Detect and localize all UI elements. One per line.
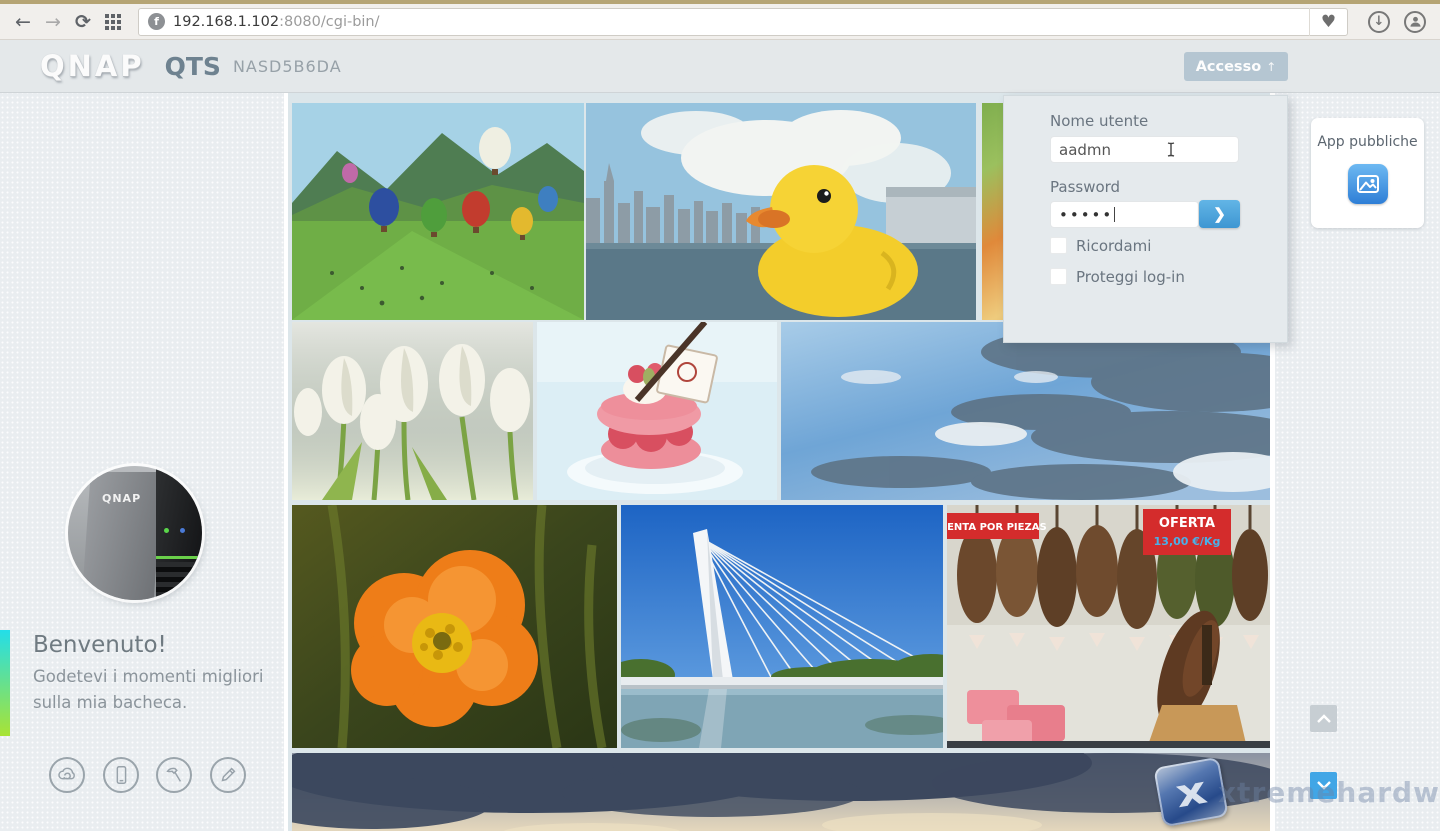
text-cursor-icon bbox=[1165, 141, 1177, 158]
qts-login-page: ← → ⟳ f 192.168.1.102:8080/cgi-bin/ ♥ ↓ … bbox=[0, 0, 1440, 831]
usb-led bbox=[180, 528, 185, 533]
site-icon: f bbox=[148, 13, 165, 30]
scroll-up-button[interactable] bbox=[1310, 705, 1337, 732]
photo-balloons bbox=[292, 103, 584, 320]
pencil-icon[interactable] bbox=[210, 757, 246, 793]
bookmark-heart-icon[interactable]: ♥ bbox=[1309, 8, 1347, 36]
username-label: Nome utente bbox=[1050, 112, 1148, 130]
public-apps-title: App pubbliche bbox=[1311, 134, 1424, 150]
status-led bbox=[164, 528, 169, 533]
remember-label[interactable]: Ricordami bbox=[1076, 237, 1151, 255]
protect-login-checkbox[interactable] bbox=[1050, 268, 1067, 285]
photo-clouds bbox=[781, 322, 1270, 500]
username-input[interactable]: aadmn bbox=[1050, 136, 1239, 163]
accent-gradient-bar bbox=[0, 630, 10, 736]
password-value: ••••• bbox=[1059, 206, 1113, 224]
forward-icon[interactable]: → bbox=[38, 9, 68, 35]
svg-text:OFERTA: OFERTA bbox=[1159, 516, 1215, 531]
caret bbox=[1114, 207, 1115, 222]
photo-tulips bbox=[292, 322, 533, 500]
chevron-down-icon bbox=[1317, 781, 1331, 790]
accesso-login-button[interactable]: Accesso ↑ bbox=[1184, 52, 1288, 81]
downloads-icon[interactable]: ↓ bbox=[1368, 11, 1390, 33]
photo-sunset-panorama bbox=[292, 753, 1270, 831]
nas-avatar: QNAP bbox=[68, 466, 202, 600]
person-glyph bbox=[1409, 15, 1422, 28]
username-value: aadmn bbox=[1059, 141, 1111, 159]
welcome-title: Benvenuto! bbox=[33, 632, 167, 658]
photo-rubber-duck bbox=[586, 103, 976, 320]
public-apps-card: App pubbliche bbox=[1311, 118, 1424, 228]
svg-text:13,00 €/Kg: 13,00 €/Kg bbox=[1154, 535, 1221, 548]
up-arrow-icon: ↑ bbox=[1266, 60, 1276, 74]
url-text: 192.168.1.102:8080/cgi-bin/ bbox=[173, 14, 380, 30]
back-icon[interactable]: ← bbox=[8, 9, 38, 35]
chevron-up-icon bbox=[1317, 714, 1331, 723]
profile-icon[interactable] bbox=[1404, 11, 1426, 33]
product-name: QTS bbox=[165, 52, 221, 81]
tools-icon[interactable] bbox=[156, 757, 192, 793]
browser-toolbar: ← → ⟳ f 192.168.1.102:8080/cgi-bin/ ♥ ↓ bbox=[0, 4, 1440, 40]
apps-grid-icon[interactable] bbox=[98, 9, 128, 35]
cloud-sync-icon[interactable] bbox=[49, 757, 85, 793]
remember-checkbox[interactable] bbox=[1050, 237, 1067, 254]
password-input[interactable]: ••••• bbox=[1050, 201, 1199, 228]
protect-login-label[interactable]: Proteggi log-in bbox=[1076, 268, 1185, 286]
qnap-logo: QNAP bbox=[40, 49, 145, 83]
photo-station-app-icon[interactable] bbox=[1348, 164, 1388, 204]
photo-ham-shop: VENTA POR PIEZAS OFERTA 13,00 €/Kg bbox=[947, 505, 1270, 748]
refresh-icon[interactable]: ⟳ bbox=[68, 9, 98, 35]
login-panel: Nome utente aadmn Password ••••• ❯ Ricor… bbox=[1003, 95, 1288, 343]
avatar-brand-label: QNAP bbox=[102, 492, 141, 505]
photo-bridge bbox=[621, 505, 943, 748]
photo-macaron bbox=[537, 322, 777, 500]
photo-poppy bbox=[292, 505, 617, 748]
login-submit-button[interactable]: ❯ bbox=[1199, 200, 1240, 228]
scroll-down-button[interactable] bbox=[1310, 772, 1337, 799]
svg-text:VENTA POR PIEZAS: VENTA POR PIEZAS bbox=[947, 522, 1047, 533]
url-bar[interactable]: f 192.168.1.102:8080/cgi-bin/ ♥ bbox=[138, 8, 1348, 36]
password-label: Password bbox=[1050, 178, 1120, 196]
device-name: NASD5B6DA bbox=[233, 57, 342, 76]
welcome-message: Godetevi i momenti migliori sulla mia ba… bbox=[33, 664, 263, 717]
photo-icon bbox=[1355, 171, 1381, 197]
mobile-icon[interactable] bbox=[103, 757, 139, 793]
